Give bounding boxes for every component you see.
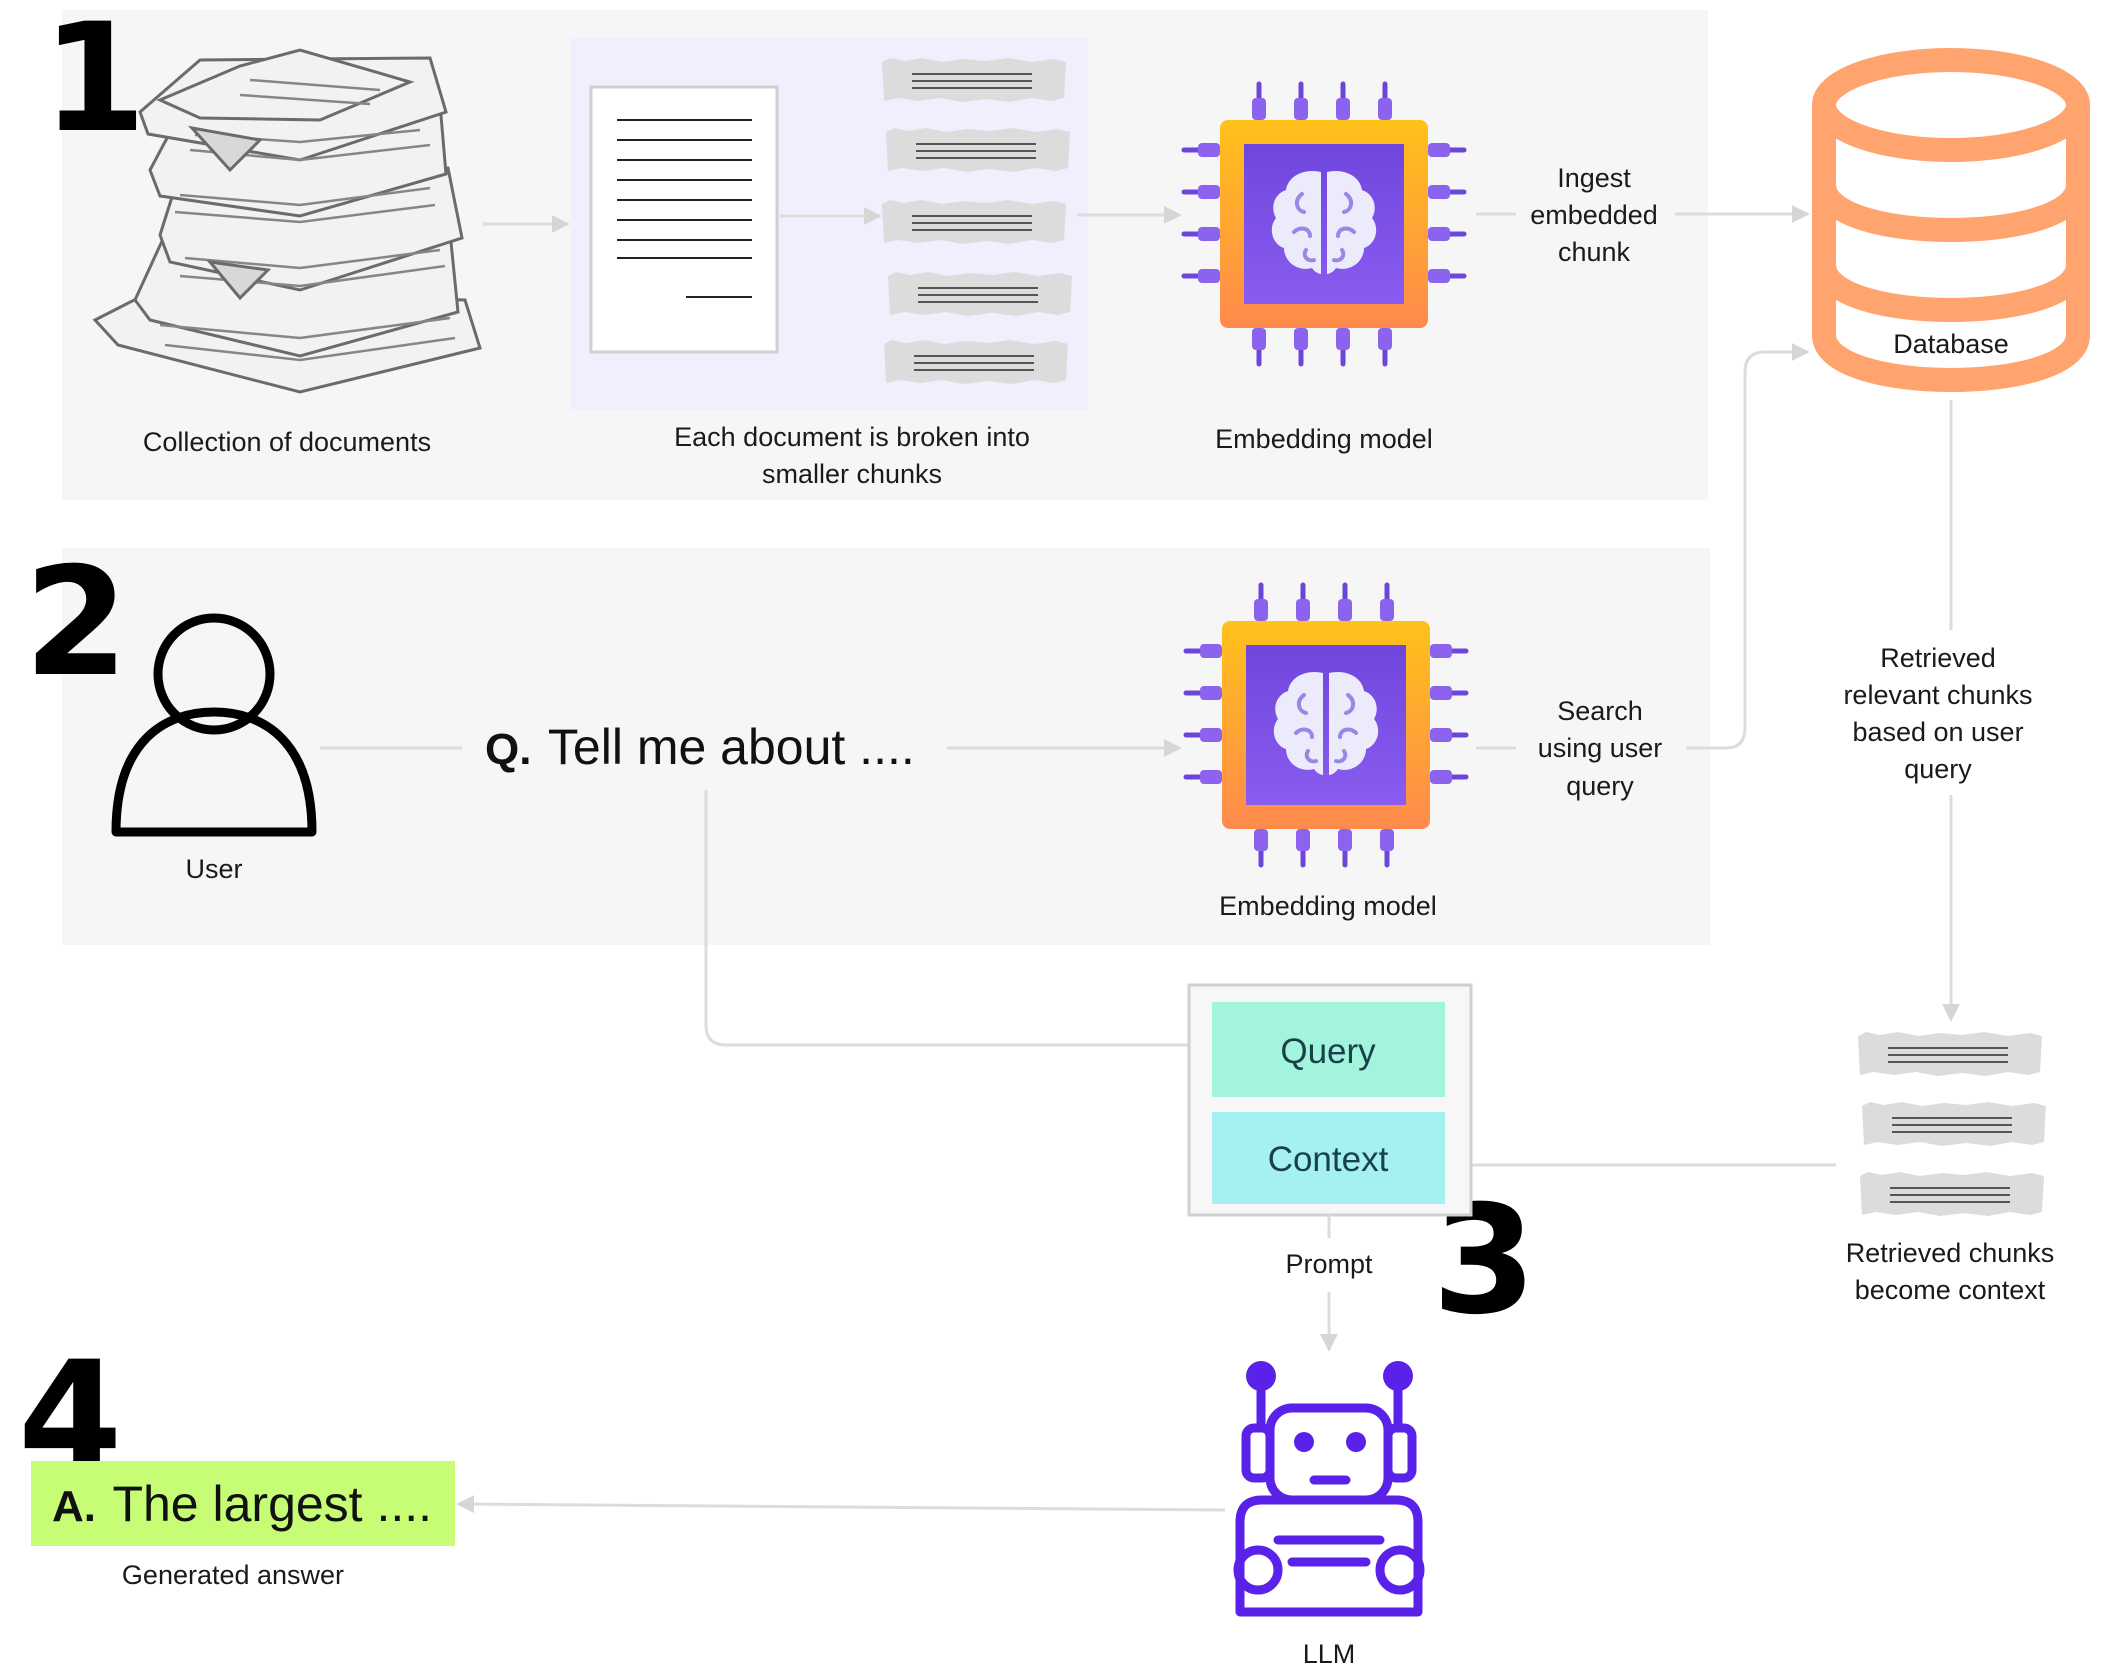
generated-answer-label: Generated answer xyxy=(122,1560,344,1590)
text-chunk-icon xyxy=(883,339,1069,385)
documents-label: Collection of documents xyxy=(143,427,431,457)
query-box-label: Query xyxy=(1280,1032,1376,1071)
retrieval-label-line3: based on user xyxy=(1852,717,2023,747)
text-chunk-icon xyxy=(1857,1031,2043,1077)
user-label: User xyxy=(185,854,242,884)
step-number-2: 2 xyxy=(24,536,128,710)
ingest-label-line1: Ingest xyxy=(1557,163,1631,193)
database-label: Database xyxy=(1893,329,2009,359)
question-text: Tell me about .... xyxy=(548,719,915,775)
llm-label: LLM xyxy=(1303,1639,1356,1669)
context-box-label: Context xyxy=(1268,1140,1389,1179)
text-chunk-icon xyxy=(1861,1101,2047,1147)
question-prefix: Q. xyxy=(485,725,531,774)
answer-text: The largest .... xyxy=(112,1476,432,1532)
text-chunk-icon xyxy=(885,127,1071,173)
embedding-model-label-1: Embedding model xyxy=(1215,424,1433,454)
chunking-label-line2: smaller chunks xyxy=(762,459,942,489)
retrieval-label-line4: query xyxy=(1904,754,1972,784)
text-chunk-icon xyxy=(887,271,1073,317)
brain-chip-icon xyxy=(1184,84,1464,364)
retrieved-chunks-label-line2: become context xyxy=(1855,1275,2046,1305)
retrieval-label-line2: relevant chunks xyxy=(1843,680,2032,710)
ingest-label-line3: chunk xyxy=(1558,237,1631,267)
text-chunk-icon xyxy=(881,57,1067,103)
arrow-llm-to-answer xyxy=(456,1495,1226,1514)
rag-diagram: 1 2 3 4 Collection of documents Each doc… xyxy=(18,0,2090,1669)
search-label-line3: query xyxy=(1566,771,1634,801)
search-label-line1: Search xyxy=(1557,696,1643,726)
step-number-1: 1 xyxy=(42,0,146,166)
chunking-label-line1: Each document is broken into xyxy=(674,422,1030,452)
robot-icon xyxy=(1233,1377,1425,1617)
prompt-label: Prompt xyxy=(1285,1249,1373,1279)
brain-chip-icon xyxy=(1186,585,1466,865)
question: Q. Tell me about .... xyxy=(485,719,915,775)
retrieval-label-line1: Retrieved xyxy=(1880,643,1996,673)
text-chunk-icon xyxy=(881,199,1067,245)
retrieved-chunks-label-line1: Retrieved chunks xyxy=(1846,1238,2055,1268)
answer-prefix: A. xyxy=(52,1482,96,1531)
search-label-line2: using user xyxy=(1538,733,1663,763)
ingest-label-line2: embedded xyxy=(1530,200,1658,230)
text-chunk-icon xyxy=(1859,1171,2045,1217)
document-page-icon xyxy=(589,85,779,354)
embedding-model-label-2: Embedding model xyxy=(1219,891,1437,921)
